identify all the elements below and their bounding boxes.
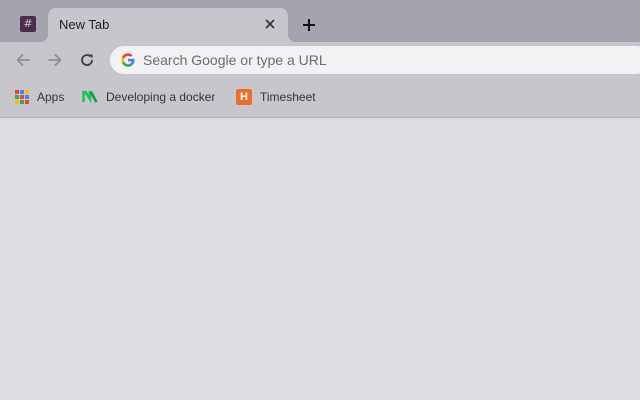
bookmark-apps[interactable]: Apps [15, 88, 64, 106]
plus-icon [303, 19, 315, 31]
search-input[interactable]: Search Google or type a URL [143, 52, 327, 68]
tab-new-tab[interactable]: New Tab [40, 8, 296, 42]
forward-button[interactable] [44, 49, 66, 71]
tab-strip: # New Tab [0, 0, 640, 42]
close-icon [265, 19, 275, 29]
bookmark-label: Developing a docker [106, 90, 216, 104]
medium-m-icon [82, 90, 98, 104]
tab-title: New Tab [59, 17, 110, 32]
omnibox[interactable]: Search Google or type a URL [110, 46, 640, 74]
bookmark-timesheet[interactable]: H Timesheet [236, 88, 316, 106]
arrow-right-icon [48, 54, 62, 66]
bookmark-label: Timesheet [260, 90, 316, 104]
bookmark-label: Apps [37, 90, 65, 104]
arrow-left-icon [16, 54, 30, 66]
apps-grid-icon [15, 90, 29, 104]
reload-button[interactable] [76, 49, 98, 71]
back-button[interactable] [12, 49, 34, 71]
toolbar: Search Google or type a URL [0, 42, 640, 78]
google-g-icon [121, 53, 135, 67]
bookmarks-bar: Apps Developing a docker H Timesheet [0, 78, 640, 118]
tab-close-button[interactable] [262, 16, 278, 32]
bookmark-developing-a-docker[interactable]: Developing a docker [82, 88, 215, 106]
h-logo-icon: H [236, 89, 252, 105]
pinned-tab-favicon-icon: # [20, 16, 36, 32]
new-tab-page-content [0, 118, 640, 400]
new-tab-button[interactable] [298, 14, 320, 36]
reload-icon [81, 54, 93, 66]
pinned-tab[interactable]: # [14, 10, 42, 38]
